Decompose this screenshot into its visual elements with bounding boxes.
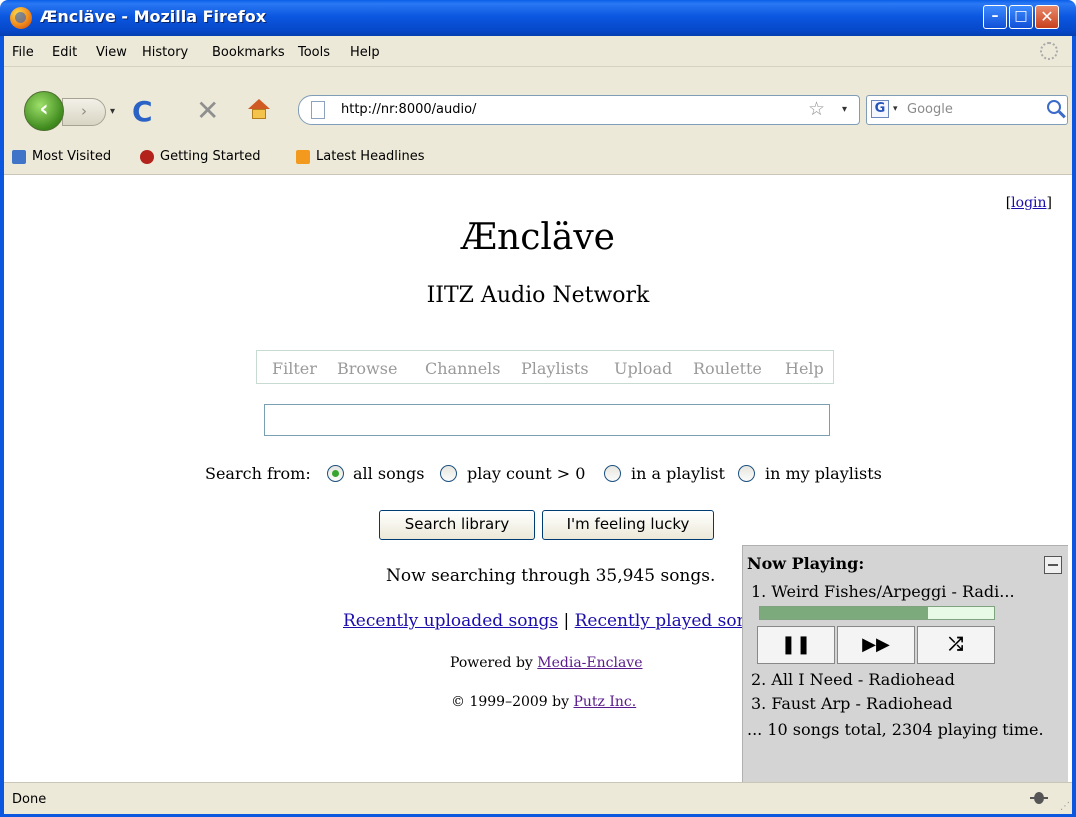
copyright-label: © 1999–2009 by xyxy=(451,694,574,710)
page-content: [login] Æncläve IITZ Audio Network Filte… xyxy=(4,175,1072,782)
bookmark-most-visited[interactable]: Most Visited xyxy=(32,149,111,164)
close-button[interactable]: ✕ xyxy=(1035,5,1059,29)
next-track-button[interactable]: ▶▶ xyxy=(837,626,915,664)
track-progress-fill xyxy=(760,607,929,619)
shuffle-button[interactable]: ⤮ xyxy=(917,626,995,664)
firefox-logo-icon xyxy=(10,7,32,29)
navigation-toolbar: › ‹ ▾ C ✕ http://nr:8000/audio/ ☆ ▾ G ▾ … xyxy=(4,67,1072,140)
radio-all-songs[interactable] xyxy=(327,465,344,482)
tab-playlists[interactable]: Playlists xyxy=(521,359,589,378)
now-playing-heading: Now Playing: xyxy=(747,554,865,573)
tab-upload[interactable]: Upload xyxy=(614,359,672,378)
bookmark-star-icon[interactable]: ☆ xyxy=(808,98,825,120)
rss-feed-icon xyxy=(296,150,310,164)
back-button[interactable]: ‹ xyxy=(24,91,64,131)
queue-item[interactable]: 3. Faust Arp - Radiohead xyxy=(751,694,952,713)
status-bar: Done ⋰ xyxy=(4,782,1072,814)
minimize-button[interactable]: – xyxy=(983,5,1007,29)
recent-links: Recently uploaded songs | Recently playe… xyxy=(343,611,767,631)
window-title: Æncläve - Mozilla Firefox xyxy=(40,7,267,26)
search-library-button[interactable]: Search library xyxy=(379,510,535,540)
song-count-text: Now searching through 35,945 songs. xyxy=(386,566,716,586)
feeling-lucky-button[interactable]: I'm feeling lucky xyxy=(542,510,714,540)
menu-tools[interactable]: Tools xyxy=(298,45,330,60)
most-visited-icon xyxy=(12,150,26,164)
getting-started-icon xyxy=(140,150,154,164)
powered-by-label: Powered by xyxy=(450,655,538,671)
url-text[interactable]: http://nr:8000/audio/ xyxy=(341,102,476,117)
now-playing-panel: Now Playing: 1. Weird Fishes/Arpeggi - R… xyxy=(742,545,1068,782)
radio-in-my-playlists-label[interactable]: in my playlists xyxy=(765,464,882,483)
maximize-button[interactable]: □ xyxy=(1009,5,1033,29)
menu-bar: File Edit View History Bookmarks Tools H… xyxy=(4,36,1072,67)
search-from-label: Search from: xyxy=(205,464,311,483)
status-text: Done xyxy=(12,792,47,807)
search-bar[interactable]: G ▾ Google xyxy=(866,95,1068,125)
pause-button[interactable]: ❚❚ xyxy=(757,626,835,664)
copyright: © 1999–2009 by Putz Inc. xyxy=(451,694,636,710)
radio-play-count[interactable] xyxy=(440,465,457,482)
search-placeholder[interactable]: Google xyxy=(907,102,953,117)
tab-filter[interactable]: Filter xyxy=(272,359,317,378)
radio-in-a-playlist-label[interactable]: in a playlist xyxy=(631,464,725,483)
tab-channels[interactable]: Channels xyxy=(425,359,501,378)
bookmark-getting-started[interactable]: Getting Started xyxy=(160,149,261,164)
queue-item[interactable]: 2. All I Need - Radiohead xyxy=(751,670,955,689)
tab-roulette[interactable]: Roulette xyxy=(693,359,762,378)
radio-all-songs-label[interactable]: all songs xyxy=(353,464,424,483)
menu-file[interactable]: File xyxy=(12,45,34,60)
site-title: Æncläve xyxy=(460,217,615,258)
title-bar: Æncläve - Mozilla Firefox – □ ✕ xyxy=(0,0,1076,36)
engine-dropdown-icon[interactable]: ▾ xyxy=(893,104,898,114)
home-button[interactable] xyxy=(248,99,270,119)
bookmark-latest-headlines[interactable]: Latest Headlines xyxy=(316,149,425,164)
library-search-input[interactable] xyxy=(264,404,830,436)
menu-view[interactable]: View xyxy=(96,45,127,60)
site-nav-tabs: Filter Browse Channels Playlists Upload … xyxy=(256,350,834,384)
window-frame-right xyxy=(1072,36,1076,817)
menu-history[interactable]: History xyxy=(142,45,188,60)
tab-browse[interactable]: Browse xyxy=(337,359,397,378)
page-icon xyxy=(311,101,325,119)
google-engine-icon[interactable]: G xyxy=(871,100,889,118)
recently-played-link[interactable]: Recently played songs xyxy=(575,611,768,631)
track-progress-bar[interactable] xyxy=(759,606,995,620)
bookmarks-toolbar: Most Visited Getting Started Latest Head… xyxy=(4,140,1072,175)
url-dropdown-icon[interactable]: ▾ xyxy=(842,104,847,115)
history-dropdown-icon[interactable]: ▾ xyxy=(110,106,115,117)
search-icon[interactable] xyxy=(1047,100,1061,114)
url-bar[interactable]: http://nr:8000/audio/ ☆ ▾ xyxy=(298,95,860,125)
menu-bookmarks[interactable]: Bookmarks xyxy=(212,45,285,60)
radio-in-my-playlists[interactable] xyxy=(738,465,755,482)
powered-by: Powered by Media-Enclave xyxy=(450,655,643,671)
stop-button[interactable]: ✕ xyxy=(196,94,219,127)
resize-grip-icon[interactable]: ⋰ xyxy=(1060,801,1070,812)
reload-button[interactable]: C xyxy=(132,95,153,128)
queue-summary: ... 10 songs total, 2304 playing time. xyxy=(747,720,1044,739)
tab-help[interactable]: Help xyxy=(785,359,824,378)
site-subtitle: IITZ Audio Network xyxy=(426,283,650,308)
menu-edit[interactable]: Edit xyxy=(52,45,77,60)
menu-help[interactable]: Help xyxy=(350,45,380,60)
recently-uploaded-link[interactable]: Recently uploaded songs xyxy=(343,611,558,631)
bug-icon[interactable] xyxy=(1030,790,1048,806)
media-enclave-link[interactable]: Media-Enclave xyxy=(537,655,642,671)
links-separator: | xyxy=(558,611,575,631)
collapse-panel-icon[interactable] xyxy=(1044,556,1062,574)
activity-throbber-icon xyxy=(1040,42,1058,60)
login-bracket-close: ] xyxy=(1046,195,1052,211)
login-link[interactable]: login xyxy=(1011,195,1046,211)
current-track[interactable]: 1. Weird Fishes/Arpeggi - Radi... xyxy=(751,582,1015,601)
forward-button[interactable]: › xyxy=(62,98,106,126)
login-area: [login] xyxy=(1006,195,1052,211)
radio-in-a-playlist[interactable] xyxy=(604,465,621,482)
radio-play-count-label[interactable]: play count > 0 xyxy=(467,464,585,483)
putz-inc-link[interactable]: Putz Inc. xyxy=(573,694,636,710)
